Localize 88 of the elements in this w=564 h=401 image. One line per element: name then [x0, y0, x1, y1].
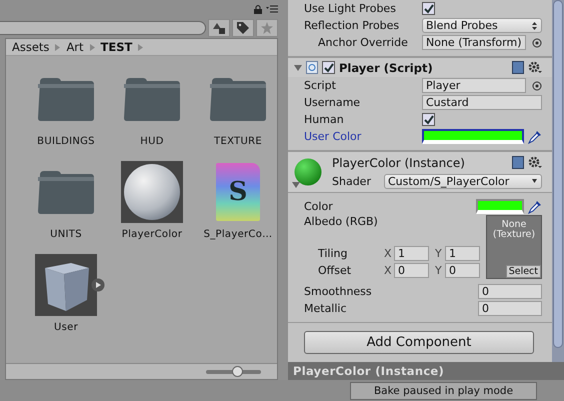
search-field[interactable] — [0, 21, 206, 35]
material-name: PlayerColor (Instance) — [332, 156, 465, 170]
select-button[interactable]: Select — [506, 265, 541, 278]
settings-icon[interactable] — [528, 156, 542, 169]
filter-by-type-button[interactable] — [208, 19, 230, 37]
number-field[interactable]: 0 — [445, 263, 480, 278]
property-label: Offset — [318, 264, 352, 277]
scrollbar[interactable] — [552, 0, 564, 362]
menu-icon[interactable] — [266, 5, 278, 13]
chevron-icon — [55, 44, 60, 50]
text-field[interactable]: Custard — [422, 95, 542, 110]
shader-file-icon: S — [216, 163, 260, 221]
property-label: Color — [304, 200, 334, 213]
number-field[interactable]: 0 — [478, 301, 542, 316]
chevron-icon — [90, 44, 95, 50]
component-title: Player (Script) — [339, 60, 434, 74]
settings-icon[interactable] — [528, 61, 542, 74]
preview-title: PlayerColor (Instance) — [288, 362, 564, 380]
dropdown[interactable]: Blend Probes — [422, 18, 542, 33]
sphere-icon — [121, 161, 183, 223]
tag-icon — [237, 22, 249, 34]
property-label: User Color — [304, 130, 362, 143]
texture-slot[interactable]: None (Texture) Select — [486, 215, 542, 279]
foldout-arrow-icon[interactable] — [292, 181, 300, 189]
axis-label: Y — [435, 247, 443, 260]
property-label: Human — [304, 113, 345, 126]
asset-name[interactable]: TEXTURE — [214, 136, 262, 147]
folder-icon — [37, 76, 95, 122]
shader-label: Shader — [332, 174, 372, 188]
star-icon — [261, 22, 273, 34]
asset-name[interactable]: S_PlayerCo… — [204, 229, 272, 240]
filter-by-label-button[interactable] — [232, 19, 254, 37]
folder-icon — [123, 76, 181, 122]
object-field[interactable]: None (Transform) — [422, 35, 526, 50]
asset-name[interactable]: PlayerColor — [122, 229, 182, 240]
eyedropper-icon[interactable] — [528, 130, 542, 144]
number-field[interactable]: 0 — [394, 263, 429, 278]
number-field[interactable]: 1 — [445, 246, 480, 261]
material-sphere-icon — [294, 158, 322, 186]
object-picker-icon[interactable] — [532, 38, 542, 48]
asset-name[interactable]: UNITS — [50, 229, 82, 240]
property-label: Metallic — [304, 302, 348, 315]
color-field[interactable] — [422, 129, 524, 144]
property-label: Tiling — [318, 247, 349, 260]
folder-icon — [209, 76, 267, 122]
texture-placeholder: None (Texture) — [492, 220, 536, 241]
shapes-icon — [213, 22, 225, 34]
chevron-icon — [138, 44, 144, 50]
checkbox[interactable] — [422, 113, 435, 126]
caret-icon — [532, 179, 537, 183]
property-label: Anchor Override — [318, 36, 409, 49]
checkbox[interactable] — [422, 2, 435, 15]
axis-label: X — [384, 247, 393, 260]
breadcrumb-item[interactable]: TEST — [100, 40, 132, 54]
lock-icon[interactable] — [254, 4, 262, 14]
axis-label: X — [384, 264, 393, 277]
asset-name[interactable]: User — [54, 322, 78, 333]
object-field[interactable]: Player — [422, 78, 526, 93]
status-message: Bake paused in play mode — [350, 382, 537, 400]
property-label: Albedo (RGB) — [304, 215, 379, 230]
shader-dropdown[interactable]: Custom/S_PlayerColor — [384, 174, 542, 188]
object-picker-icon[interactable] — [532, 80, 542, 90]
check-icon — [324, 62, 334, 72]
color-field[interactable] — [476, 199, 524, 214]
script-icon — [306, 61, 318, 74]
cube-icon — [35, 254, 97, 316]
property-label: Reflection Probes — [304, 19, 400, 32]
property-label: Script — [304, 79, 337, 92]
folder-icon — [37, 169, 95, 215]
check-icon — [424, 4, 434, 14]
eyedropper-icon[interactable] — [528, 200, 542, 214]
checkbox[interactable] — [322, 61, 335, 74]
foldout-arrow-icon[interactable] — [294, 64, 302, 72]
check-icon — [424, 114, 434, 124]
arrows-icon — [532, 22, 537, 30]
slider-thumb[interactable] — [232, 366, 243, 376]
property-label: Username — [304, 96, 362, 109]
number-field[interactable]: 0 — [478, 284, 542, 299]
asset-name[interactable]: BUILDINGS — [37, 136, 95, 147]
expand-icon[interactable] — [91, 278, 105, 292]
asset-name[interactable]: HUD — [140, 136, 164, 147]
add-component-button[interactable]: Add Component — [304, 331, 534, 354]
breadcrumb-item[interactable]: Art — [66, 40, 84, 54]
property-label: Use Light Probes — [304, 2, 397, 15]
property-label: Smoothness — [304, 285, 373, 298]
number-field[interactable]: 1 — [394, 246, 429, 261]
axis-label: Y — [435, 264, 443, 277]
breadcrumb-item[interactable]: Assets — [12, 40, 50, 54]
